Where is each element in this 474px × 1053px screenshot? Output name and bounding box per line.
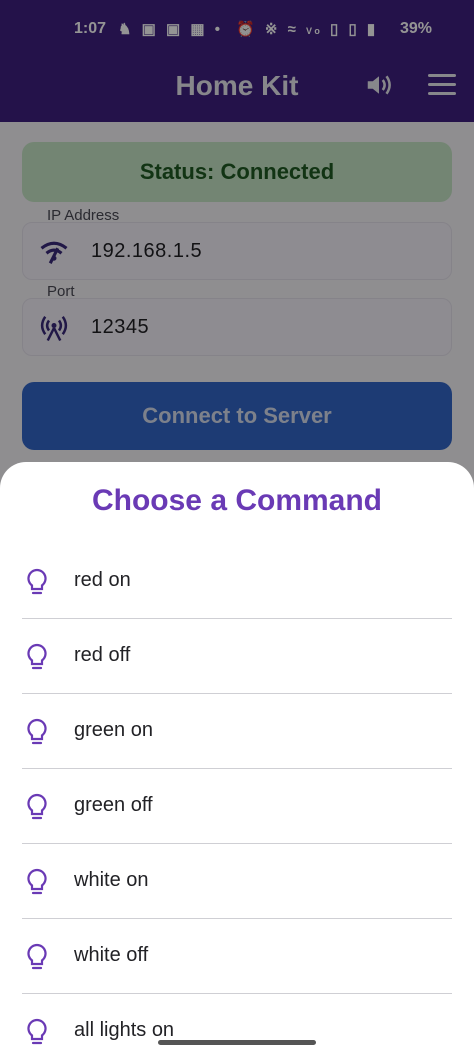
command-item-green-off[interactable]: green off: [22, 769, 452, 844]
command-item-white-off[interactable]: white off: [22, 919, 452, 994]
command-item-green-on[interactable]: green on: [22, 694, 452, 769]
command-bottom-sheet: Choose a Command red on red off green on…: [0, 462, 474, 1053]
command-item-red-off[interactable]: red off: [22, 619, 452, 694]
command-list: red on red off green on green off white …: [0, 544, 474, 1053]
command-item-white-on[interactable]: white on: [22, 844, 452, 919]
screen: 1:07 ♞ ▣ ▣ ▦ • ⏰ ※ ≈ Vo ▯ ▯ ▮ 39% Home K…: [0, 0, 474, 1053]
command-label: white off: [74, 944, 149, 966]
command-item-red-on[interactable]: red on: [22, 544, 452, 619]
lightbulb-icon: [27, 643, 47, 670]
lightbulb-icon: [27, 568, 47, 595]
lightbulb-icon: [27, 718, 47, 745]
lightbulb-icon: [27, 943, 47, 970]
command-label: green off: [74, 794, 153, 816]
command-label: red on: [74, 569, 131, 591]
lightbulb-icon: [27, 868, 47, 895]
command-label: red off: [74, 644, 131, 666]
command-label: all lights on: [74, 1019, 175, 1041]
command-label: white on: [74, 869, 149, 891]
home-indicator[interactable]: [158, 1040, 316, 1045]
lightbulb-icon: [27, 1018, 47, 1045]
sheet-title: Choose a Command: [91, 484, 383, 517]
command-label: green on: [74, 719, 153, 741]
lightbulb-icon: [27, 793, 47, 820]
